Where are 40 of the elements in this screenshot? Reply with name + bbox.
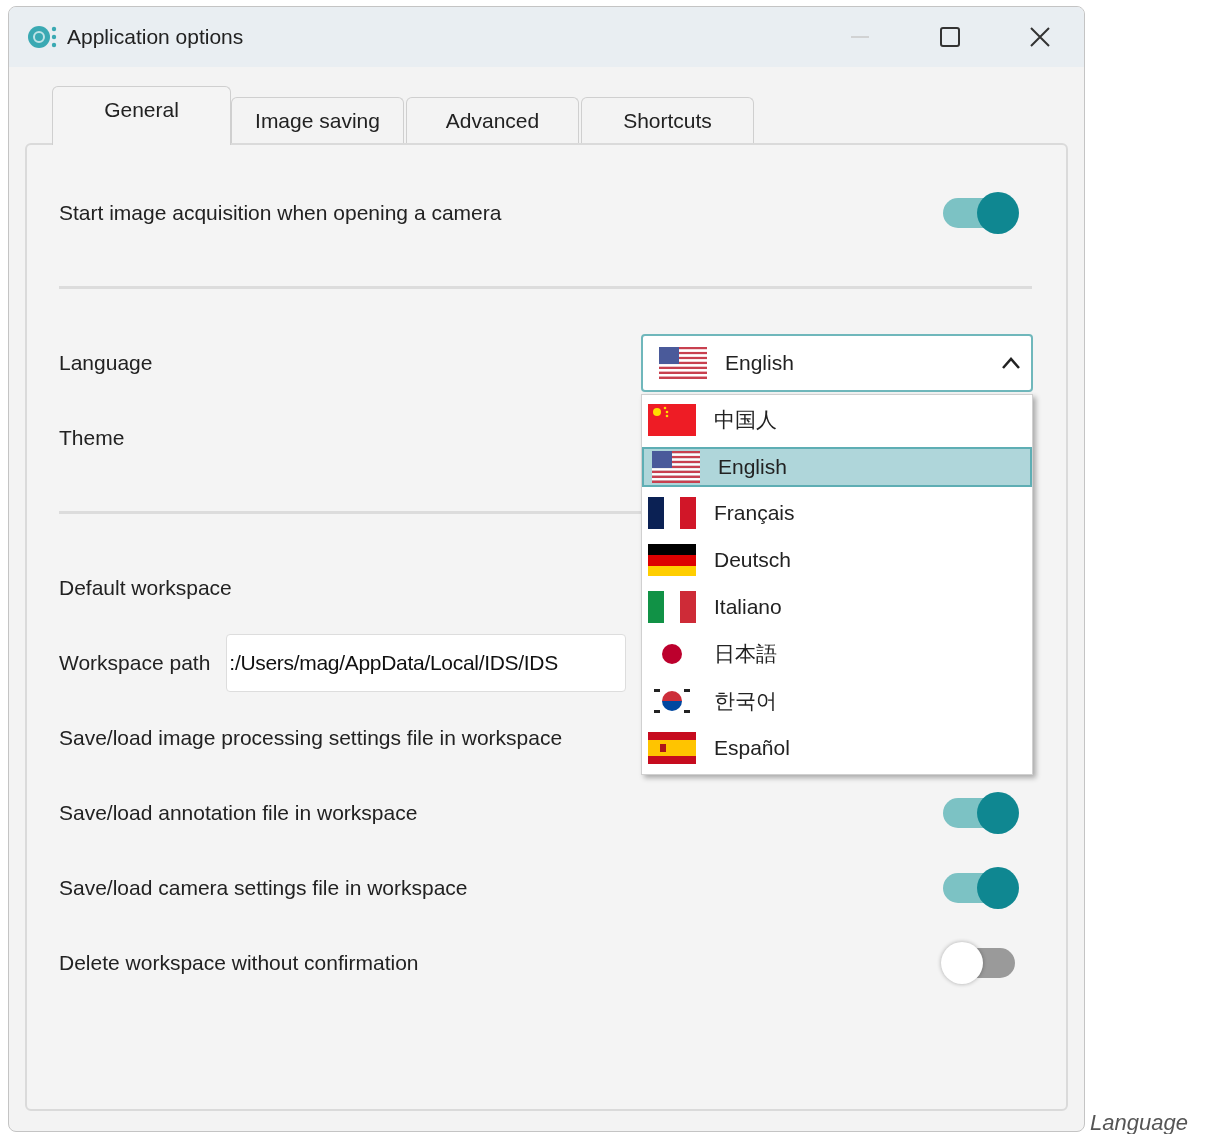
setting-label: Start image acquisition when opening a camera <box>59 199 502 226</box>
tab[interactable]: Shortcuts <box>581 97 754 143</box>
flag-icon <box>648 544 696 576</box>
setting-label: Save/load camera settings file in workspace <box>59 874 468 901</box>
language-option[interactable]: 한국어 <box>642 677 1032 725</box>
toggle-switch[interactable] <box>941 866 1019 909</box>
setting-label: Delete workspace without confirmation <box>59 949 419 976</box>
flag-icon <box>648 497 696 529</box>
flag-icon <box>652 450 700 483</box>
flag-icon <box>648 591 696 623</box>
path-field[interactable]: :/Users/mag/AppData/Local/IDS/IDS <box>226 633 627 692</box>
maximize-icon <box>939 26 961 48</box>
setting-label: Theme <box>59 424 125 451</box>
language-option[interactable]: English <box>642 446 1032 487</box>
setting-label: Save/load annotation file in workspace <box>59 799 418 826</box>
window-title: Application options <box>67 24 245 51</box>
setting-label: Language <box>59 349 153 376</box>
language-option[interactable]: Italiano <box>642 583 1032 631</box>
tab[interactable]: General <box>52 86 231 145</box>
tab[interactable]: Image saving <box>231 97 404 143</box>
language-dropdown[interactable]: English <box>641 333 1033 392</box>
flag-icon <box>659 346 707 379</box>
setting-label: Save/load image processing settings file in workspace <box>59 724 563 751</box>
language-option[interactable]: Deutsch <box>642 536 1032 584</box>
toggle-switch[interactable] <box>941 791 1019 834</box>
flag-icon <box>648 404 696 436</box>
tab[interactable]: Advanced <box>406 97 579 143</box>
app-icon <box>27 24 57 50</box>
language-option[interactable]: 中国人 <box>642 396 1032 444</box>
toggle-switch[interactable] <box>941 191 1019 234</box>
setting-label: Default workspace <box>59 574 232 601</box>
language-option[interactable]: Español <box>642 724 1032 772</box>
flag-icon <box>648 732 696 764</box>
language-option[interactable]: Français <box>642 489 1032 537</box>
caption: Language <box>1090 1112 1188 1134</box>
setting-label: Workspace path <box>59 649 211 676</box>
chevron-up-icon <box>1001 355 1021 370</box>
close-icon <box>1029 26 1051 48</box>
language-option[interactable]: 日本語 <box>642 630 1032 678</box>
path-value: :/Users/mag/AppData/Local/IDS/IDS <box>229 649 558 676</box>
